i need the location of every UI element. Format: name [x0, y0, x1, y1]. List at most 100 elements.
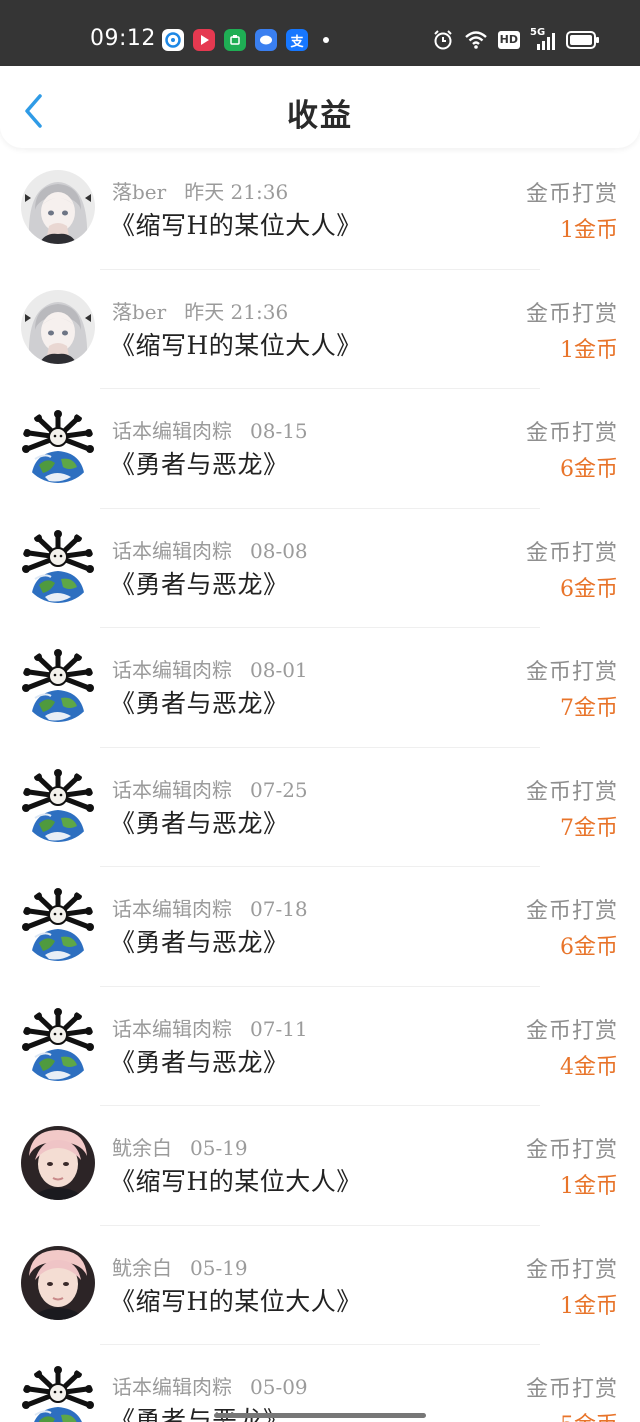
- alipay-app-icon: 支: [286, 29, 308, 51]
- list-item[interactable]: 话本编辑肉粽 08-15 《勇者与恶龙》 金币打赏 6金币: [0, 389, 640, 509]
- list-item[interactable]: 话本编辑肉粽 07-25 《勇者与恶龙》 金币打赏 7金币: [0, 748, 640, 867]
- item-meta: 落ber 昨天 21:36: [112, 176, 288, 205]
- list-item[interactable]: 话本编辑肉粽 05-09 《勇者与恶龙》 金币打赏 5金币: [0, 1345, 640, 1422]
- notification-app-icons: 支: [162, 29, 329, 51]
- list-item[interactable]: 鱿余白 05-19 《缩写H的某位大人》 金币打赏 1金币: [0, 1106, 640, 1226]
- item-date: 05-19: [190, 1136, 248, 1160]
- reward-type: 金币打赏: [525, 182, 618, 207]
- reward-amount: 1金币: [560, 337, 618, 363]
- reward-type: 金币打赏: [525, 1377, 618, 1402]
- user-name: 鱿余白: [112, 1136, 172, 1160]
- anime-girl-avatar[interactable]: [21, 170, 95, 244]
- browser-app-icon: [162, 29, 184, 51]
- more-notifications-dot: [323, 37, 329, 43]
- item-date: 07-11: [250, 1016, 308, 1041]
- book-title: 《勇者与恶龙》: [110, 689, 289, 718]
- list-item[interactable]: 话本编辑肉粽 07-18 《勇者与恶龙》 金币打赏 6金币: [0, 867, 640, 987]
- book-title: 《缩写H的某位大人》: [110, 330, 362, 360]
- reward-type: 金币打赏: [525, 301, 618, 327]
- item-meta: 话本编辑肉粽 08-15: [112, 415, 308, 444]
- reward-type: 金币打赏: [525, 899, 618, 924]
- user-name: 鱿余白: [112, 1255, 172, 1280]
- reward-type: 金币打赏: [525, 540, 618, 566]
- earth-bones-avatar[interactable]: [21, 648, 95, 722]
- item-meta: 话本编辑肉粽 08-08: [112, 535, 308, 564]
- item-meta: 落ber 昨天 21:36: [112, 296, 288, 325]
- item-meta: 话本编辑肉粽 05-09: [112, 1371, 308, 1400]
- list-item[interactable]: 话本编辑肉粽 07-11 《勇者与恶龙》 金币打赏 4金币: [0, 987, 640, 1106]
- reward-amount: 6金币: [560, 457, 618, 482]
- reward-amount: 1金币: [560, 1293, 618, 1319]
- book-title: 《缩写H的某位大人》: [110, 1286, 362, 1316]
- item-date: 昨天 21:36: [184, 299, 289, 324]
- book-title: 《勇者与恶龙》: [110, 450, 289, 479]
- item-meta: 鱿余白 05-19: [112, 1132, 248, 1161]
- alarm-icon: [432, 29, 454, 51]
- item-date: 08-08: [250, 538, 308, 563]
- list-item[interactable]: 话本编辑肉粽 08-08 《勇者与恶龙》 金币打赏 6金币: [0, 509, 640, 628]
- list-item[interactable]: 落ber 昨天 21:36 《缩写H的某位大人》 金币打赏 1金币: [0, 150, 640, 270]
- video-app-icon: [193, 29, 215, 51]
- earth-bones-avatar[interactable]: [21, 409, 95, 483]
- list-item[interactable]: 话本编辑肉粽 08-01 《勇者与恶龙》 金币打赏 7金币: [0, 628, 640, 748]
- reward-type: 金币打赏: [525, 421, 618, 446]
- item-meta: 话本编辑肉粽 07-25: [112, 774, 308, 803]
- earth-bones-avatar[interactable]: [21, 528, 95, 603]
- user-name: 落ber: [112, 299, 167, 324]
- page-title: 收益: [287, 98, 353, 134]
- user-name: 落ber: [112, 180, 167, 204]
- status-bar: 09:12 支 HD 5G: [0, 0, 640, 66]
- item-date: 07-18: [250, 897, 308, 921]
- 5g-signal-icon: 5G: [530, 27, 556, 50]
- wallet-app-icon: [224, 29, 246, 51]
- item-meta: 话本编辑肉粽 08-01: [112, 654, 308, 683]
- anime-girl-avatar[interactable]: [21, 289, 95, 364]
- reward-type: 金币打赏: [525, 660, 618, 685]
- reward-amount: 7金币: [560, 815, 618, 841]
- item-date: 05-09: [250, 1375, 308, 1399]
- home-indicator: [214, 1413, 426, 1418]
- user-name: 话本编辑肉粽: [112, 658, 232, 682]
- earth-bones-avatar[interactable]: [21, 1006, 95, 1081]
- book-title: 《勇者与恶龙》: [110, 569, 289, 599]
- item-meta: 话本编辑肉粽 07-18: [112, 893, 308, 922]
- item-date: 05-19: [190, 1255, 248, 1280]
- earth-bones-avatar[interactable]: [21, 1365, 95, 1422]
- reward-amount: 1金币: [560, 1174, 618, 1199]
- book-title: 《勇者与恶龙》: [110, 1406, 289, 1422]
- user-name: 话本编辑肉粽: [112, 538, 232, 563]
- earth-bones-avatar[interactable]: [21, 887, 95, 961]
- list-item[interactable]: 落ber 昨天 21:36 《缩写H的某位大人》 金币打赏 1金币: [0, 270, 640, 389]
- item-meta: 鱿余白 05-19: [112, 1252, 248, 1281]
- photo-boy-avatar[interactable]: [21, 1126, 95, 1200]
- list-item[interactable]: 鱿余白 05-19 《缩写H的某位大人》 金币打赏 1金币: [0, 1226, 640, 1345]
- status-time: 09:12: [90, 26, 156, 51]
- reward-amount: 4金币: [560, 1054, 618, 1080]
- earth-bones-avatar[interactable]: [21, 767, 95, 842]
- user-name: 话本编辑肉粽: [112, 1016, 232, 1041]
- reward-type: 金币打赏: [525, 779, 618, 805]
- hd-icon: HD: [497, 31, 520, 49]
- reward-type: 金币打赏: [525, 1018, 618, 1044]
- book-title: 《勇者与恶龙》: [110, 1047, 289, 1077]
- item-meta: 话本编辑肉粽 07-11: [112, 1013, 308, 1042]
- book-title: 《勇者与恶龙》: [110, 808, 289, 838]
- reward-amount: 7金币: [560, 696, 618, 721]
- book-title: 《勇者与恶龙》: [110, 928, 289, 957]
- reward-amount: 5金币: [560, 1407, 618, 1422]
- nav-bar: 收益: [0, 66, 640, 148]
- user-name: 话本编辑肉粽: [112, 419, 232, 443]
- status-indicators: HD 5G: [432, 27, 600, 51]
- item-date: 08-15: [250, 419, 308, 443]
- user-name: 话本编辑肉粽: [112, 897, 232, 921]
- earnings-list: 落ber 昨天 21:36 《缩写H的某位大人》 金币打赏 1金币 落ber 昨天 …: [0, 150, 640, 1422]
- reward-amount: 6金币: [560, 576, 618, 602]
- item-date: 08-01: [250, 658, 308, 682]
- item-date: 昨天 21:36: [184, 180, 289, 204]
- item-date: 07-25: [250, 777, 308, 802]
- user-name: 话本编辑肉粽: [112, 777, 232, 802]
- reward-amount: 6金币: [560, 935, 618, 960]
- reward-amount: 1金币: [560, 218, 618, 243]
- reward-type: 金币打赏: [525, 1138, 618, 1163]
- photo-boy-avatar[interactable]: [21, 1245, 95, 1320]
